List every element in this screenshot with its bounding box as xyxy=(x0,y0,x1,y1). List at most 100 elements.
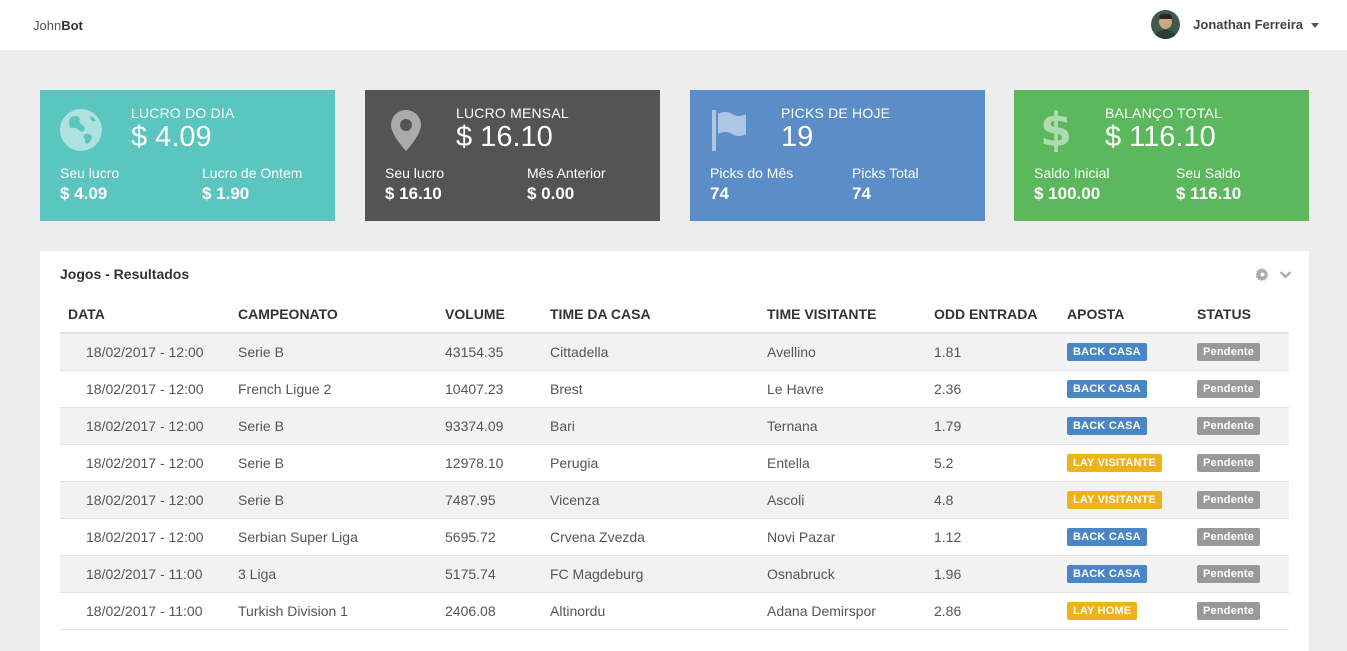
status-badge[interactable]: Pendente xyxy=(1197,528,1261,546)
table-row[interactable]: 18/02/2017 - 11:00 3 Liga 5175.74 FC Magdeb… xyxy=(60,555,1289,593)
col-header-status[interactable]: STATUS xyxy=(1197,296,1289,334)
card-right-value: 74 xyxy=(852,184,871,203)
table-row[interactable]: 18/02/2017 - 12:00 Serie B 93374.09 Bari Ter… xyxy=(60,407,1289,445)
cell-data: 18/02/2017 - 12:00 xyxy=(60,518,238,556)
status-badge[interactable]: Pendente xyxy=(1197,602,1261,620)
cell-time-casa: Brest xyxy=(550,370,767,408)
card-left-value: $ 16.10 xyxy=(385,184,442,203)
cell-aposta: BACK CASA xyxy=(1067,555,1197,593)
cell-status: Pendente xyxy=(1197,370,1289,408)
cell-aposta: LAY VISITANTE xyxy=(1067,444,1197,482)
col-header-time-casa[interactable]: TIME DA CASA xyxy=(550,296,767,334)
dollar-icon: $ xyxy=(1040,106,1072,152)
card-value: $ 16.10 xyxy=(456,121,553,153)
top-navbar: JohnBot Jonathan Ferreira xyxy=(0,0,1347,50)
user-menu[interactable]: Jonathan Ferreira xyxy=(1151,10,1319,39)
card-left-label: Picks do Mês xyxy=(710,165,794,181)
cell-time-visitante: Avellino xyxy=(767,333,934,371)
cell-data: 18/02/2017 - 12:00 xyxy=(60,444,238,482)
card-left-label: Saldo Inicial xyxy=(1034,165,1110,181)
cell-odd: 2.86 xyxy=(934,592,1067,630)
cell-volume: 43154.35 xyxy=(445,333,550,371)
cell-odd: 1.12 xyxy=(934,518,1067,556)
status-badge[interactable]: Pendente xyxy=(1197,454,1261,472)
cell-time-casa: Perugia xyxy=(550,444,767,482)
results-table: DATA CAMPEONATO VOLUME TIME DA CASA TIME… xyxy=(60,296,1289,630)
status-badge[interactable]: Pendente xyxy=(1197,417,1261,435)
cell-data: 18/02/2017 - 11:00 xyxy=(60,555,238,593)
card-right-label: Lucro de Ontem xyxy=(202,165,303,181)
aposta-badge[interactable]: LAY VISITANTE xyxy=(1067,491,1163,509)
card-left-label: Seu lucro xyxy=(385,165,445,181)
cell-status: Pendente xyxy=(1197,592,1289,630)
cell-odd: 2.36 xyxy=(934,370,1067,408)
cell-time-casa: Altinordu xyxy=(550,592,767,630)
cell-odd: 4.8 xyxy=(934,481,1067,519)
cell-status: Pendente xyxy=(1197,555,1289,593)
table-row[interactable]: 18/02/2017 - 12:00 Serie B 43154.35 Cittade… xyxy=(60,333,1289,371)
aposta-badge[interactable]: BACK CASA xyxy=(1067,380,1147,398)
cell-campeonato: 3 Liga xyxy=(238,555,445,593)
status-badge[interactable]: Pendente xyxy=(1197,491,1261,509)
cell-volume: 2406.08 xyxy=(445,592,550,630)
aposta-badge[interactable]: BACK CASA xyxy=(1067,528,1147,546)
cell-data: 18/02/2017 - 12:00 xyxy=(60,333,238,371)
card-balanco-total: $ BALANÇO TOTAL $ 116.10 Saldo Inicial $… xyxy=(1014,90,1309,221)
table-row[interactable]: 18/02/2017 - 12:00 Serie B 12978.10 Perugia… xyxy=(60,444,1289,482)
cell-odd: 1.96 xyxy=(934,555,1067,593)
card-right-label: Picks Total xyxy=(852,165,919,181)
cell-time-visitante: Le Havre xyxy=(767,370,934,408)
cell-time-visitante: Ternana xyxy=(767,407,934,445)
cell-aposta: BACK CASA xyxy=(1067,370,1197,408)
col-header-odd[interactable]: ODD ENTRADA xyxy=(934,296,1067,334)
cell-volume: 5175.74 xyxy=(445,555,550,593)
cell-data: 18/02/2017 - 11:00 xyxy=(60,592,238,630)
card-right-label: Mês Anterior xyxy=(527,165,606,181)
status-badge[interactable]: Pendente xyxy=(1197,565,1261,583)
cell-time-visitante: Entella xyxy=(767,444,934,482)
col-header-data[interactable]: DATA xyxy=(60,296,238,334)
cell-campeonato: Serie B xyxy=(238,481,445,519)
cell-volume: 93374.09 xyxy=(445,407,550,445)
chevron-down-icon[interactable] xyxy=(1279,268,1292,281)
cell-campeonato: Serie B xyxy=(238,333,445,371)
cell-status: Pendente xyxy=(1197,481,1289,519)
cell-volume: 7487.95 xyxy=(445,481,550,519)
cell-time-visitante: Adana Demirspor xyxy=(767,592,934,630)
card-title: LUCRO MENSAL xyxy=(456,105,569,121)
aposta-badge[interactable]: BACK CASA xyxy=(1067,343,1147,362)
globe-icon xyxy=(60,109,102,151)
card-title: PICKS DE HOJE xyxy=(781,105,891,121)
table-row[interactable]: 18/02/2017 - 12:00 French Ligue 2 10407.23… xyxy=(60,370,1289,408)
table-row[interactable]: 18/02/2017 - 12:00 Serbian Super Liga 5695… xyxy=(60,518,1289,556)
aposta-badge[interactable]: BACK CASA xyxy=(1067,417,1147,435)
brand-logo[interactable]: JohnBot xyxy=(33,18,83,33)
panel-title: Jogos - Resultados xyxy=(60,266,190,282)
col-header-aposta[interactable]: APOSTA xyxy=(1067,296,1197,334)
user-name: Jonathan Ferreira xyxy=(1193,17,1303,32)
col-header-volume[interactable]: VOLUME xyxy=(445,296,550,334)
avatar xyxy=(1151,10,1181,39)
table-row[interactable]: 18/02/2017 - 12:00 Serie B 7487.95 Vicenza A… xyxy=(60,481,1289,519)
card-left-value: $ 4.09 xyxy=(60,184,108,203)
card-left-value: 74 xyxy=(710,184,729,203)
cell-aposta: BACK CASA xyxy=(1067,518,1197,556)
col-header-time-visitante[interactable]: TIME VISITANTE xyxy=(767,296,934,334)
cell-time-casa: Crvena Zvezda xyxy=(550,518,767,556)
aposta-badge[interactable]: BACK CASA xyxy=(1067,565,1147,583)
gear-icon[interactable] xyxy=(1256,268,1269,281)
cell-campeonato: Serbian Super Liga xyxy=(238,518,445,556)
aposta-badge[interactable]: LAY VISITANTE xyxy=(1067,454,1163,472)
card-right-value: $ 116.10 xyxy=(1176,184,1242,203)
status-badge[interactable]: Pendente xyxy=(1197,380,1261,398)
status-badge[interactable]: Pendente xyxy=(1197,343,1261,362)
cell-status: Pendente xyxy=(1197,444,1289,482)
table-row[interactable]: 18/02/2017 - 11:00 Turkish Division 1 2406… xyxy=(60,592,1289,630)
card-value: $ 4.09 xyxy=(131,121,212,153)
cell-aposta: BACK CASA xyxy=(1067,407,1197,445)
col-header-campeonato[interactable]: CAMPEONATO xyxy=(238,296,445,334)
caret-down-icon xyxy=(1311,23,1319,28)
card-right-label: Seu Saldo xyxy=(1176,165,1241,181)
card-picks-de-hoje: PICKS DE HOJE 19 Picks do Mês 74 Picks T… xyxy=(690,90,985,221)
aposta-badge[interactable]: LAY HOME xyxy=(1067,602,1138,620)
